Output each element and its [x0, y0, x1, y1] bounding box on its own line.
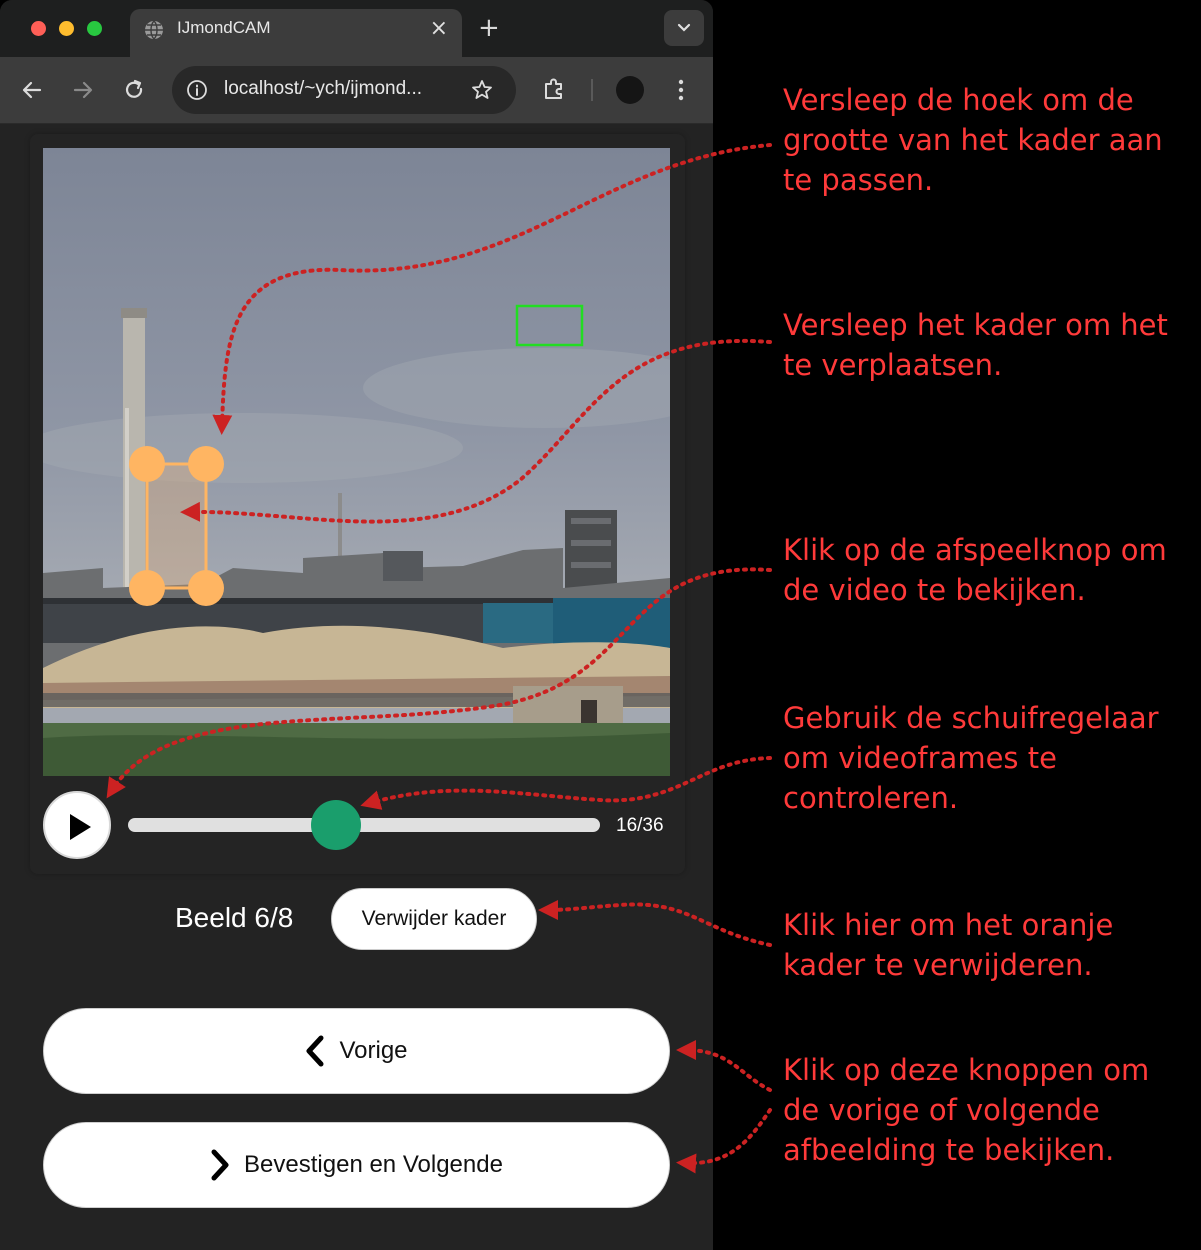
orange-bounding-box[interactable]	[145, 462, 208, 590]
toolbar-divider	[591, 79, 593, 101]
play-button[interactable]	[43, 791, 111, 859]
minimize-window-button[interactable]	[59, 21, 74, 36]
chevron-right-icon	[211, 1149, 229, 1181]
image-index-label: Beeld 6/8	[175, 902, 294, 933]
more-menu-icon[interactable]	[671, 78, 691, 102]
remove-box-button[interactable]: Verwijder kader	[331, 888, 537, 950]
box-handle-top-right[interactable]	[188, 446, 224, 482]
maximize-window-button[interactable]	[87, 21, 102, 36]
back-arrow-icon[interactable]	[19, 77, 45, 103]
blue-building	[553, 598, 670, 648]
annotation-resize: Versleep de hoek om de grootte van het k…	[783, 83, 1163, 197]
browser-toolbar: localhost/~ych/ijmond...	[0, 57, 713, 124]
profile-avatar[interactable]	[616, 76, 644, 104]
annotation-remove: Klik hier om het oranje kader te verwijd…	[783, 908, 1114, 982]
extensions-icon[interactable]	[541, 76, 567, 102]
chevron-down-icon	[677, 23, 691, 32]
annotation-navigation: Klik op deze knoppen om de vorige of vol…	[783, 1053, 1150, 1167]
browser-tab[interactable]: IJmondCAM ×	[130, 9, 462, 57]
confirm-next-button-label: Bevestigen en Volgende	[244, 1151, 503, 1178]
image-controls: Beeld 6/8 Verwijder kader	[0, 888, 713, 950]
box-handle-top-left[interactable]	[129, 446, 165, 482]
new-tab-button[interactable]: +	[478, 14, 500, 42]
video-controls: 16/36	[43, 791, 670, 859]
site-info-icon[interactable]	[186, 79, 208, 101]
video-frame[interactable]	[43, 148, 670, 776]
page-content: 16/36 Beeld 6/8 Verwijder kader Vorige B…	[0, 124, 713, 1250]
chevron-left-icon	[306, 1035, 324, 1067]
play-icon	[70, 814, 91, 840]
reload-icon[interactable]	[121, 77, 147, 103]
tab-close-icon[interactable]: ×	[430, 16, 448, 42]
address-bar[interactable]: localhost/~ych/ijmond...	[172, 66, 516, 114]
annotation-slider: Gebruik de schuifregelaar om videoframes…	[783, 701, 1159, 815]
tab-search-button[interactable]	[664, 10, 704, 46]
previous-button[interactable]: Vorige	[43, 1008, 670, 1094]
url-text[interactable]: localhost/~ych/ijmond...	[224, 78, 422, 100]
close-window-button[interactable]	[31, 21, 46, 36]
tab-title: IJmondCAM	[177, 18, 271, 37]
forward-arrow-icon[interactable]	[70, 77, 96, 103]
slider-thumb[interactable]	[310, 800, 361, 850]
frame-counter: 16/36	[616, 815, 664, 836]
browser-window: IJmondCAM × + localhost/~ych/ijmond... 1…	[0, 0, 713, 1250]
box-handle-bottom-left[interactable]	[129, 570, 165, 606]
frame-slider[interactable]	[128, 818, 600, 832]
globe-icon	[145, 20, 163, 40]
confirm-next-button[interactable]: Bevestigen en Volgende	[43, 1122, 670, 1208]
annotation-move: Versleep het kader om het te verplaatsen…	[783, 308, 1168, 382]
box-handle-bottom-right[interactable]	[188, 570, 224, 606]
tab-bar: IJmondCAM × +	[0, 0, 713, 57]
previous-button-label: Vorige	[339, 1037, 408, 1064]
annotation-play: Klik op de afspeelknop om de video te be…	[783, 533, 1167, 607]
bookmark-star-icon[interactable]	[470, 78, 494, 102]
